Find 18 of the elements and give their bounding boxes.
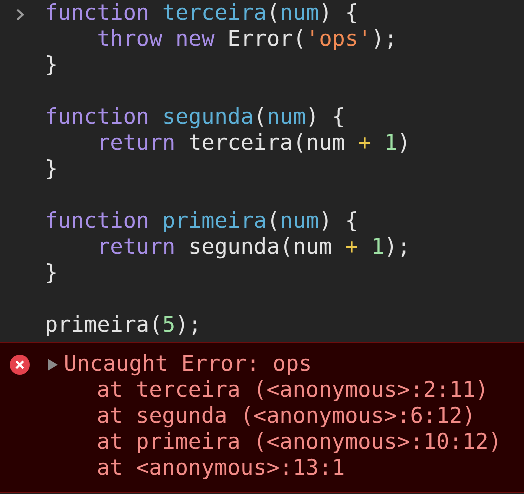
expand-triangle-icon[interactable] (48, 359, 58, 371)
stack-trace-line: at primeira (<anonymous>:10:12) (97, 430, 502, 456)
error-icon (10, 355, 30, 375)
stack-trace-line: at terceira (<anonymous>:2:11) (97, 378, 490, 404)
stack-trace-line: at segunda (<anonymous>:6:12) (97, 404, 477, 430)
code-line: function primeira(num) { (45, 209, 360, 235)
code-line: return terceira(num + 1) (96, 131, 411, 157)
code-line: return segunda(num + 1); (96, 235, 411, 261)
error-message: Uncaught Error: ops (64, 352, 314, 378)
code-line: primeira(5); (45, 313, 203, 339)
code-line: function segunda(num) { (45, 105, 346, 131)
code-line: } (45, 53, 60, 79)
stack-trace-line: at <anonymous>:13:1 (97, 456, 346, 482)
code-line: function terceira(num) { (45, 1, 360, 27)
code-line: throw new Error('ops'); (96, 27, 399, 53)
code-line: } (45, 261, 60, 287)
code-line: } (45, 157, 60, 183)
chevron-icon (16, 9, 25, 21)
